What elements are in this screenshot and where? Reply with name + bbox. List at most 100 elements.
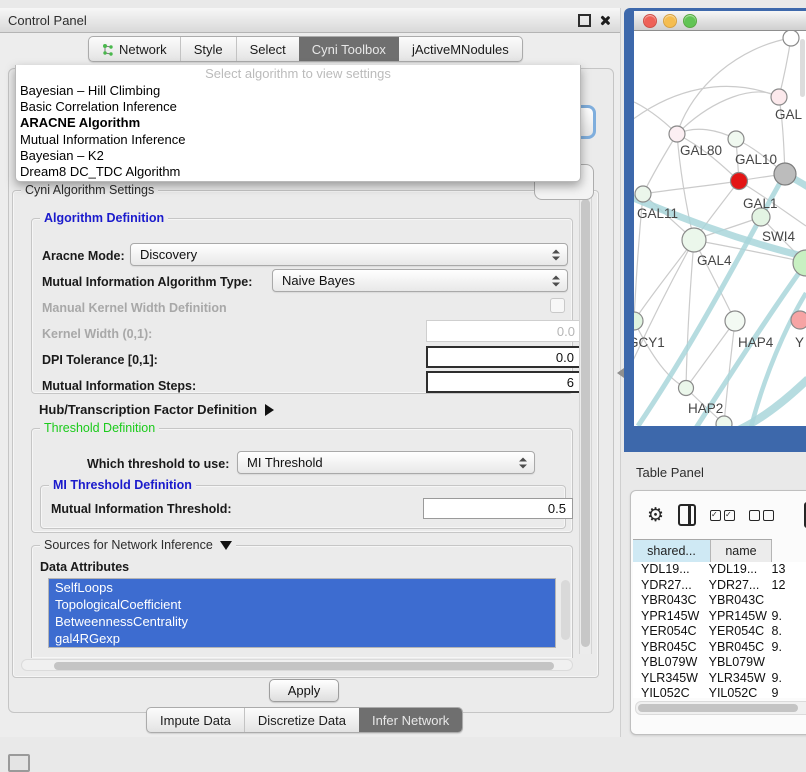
table-column-header[interactable] xyxy=(771,540,772,562)
which-threshold-select[interactable]: MI Threshold xyxy=(237,451,535,474)
table-cell-shared-name: YER054C xyxy=(633,624,703,640)
algorithm-list-item[interactable]: Basic Correlation Inference xyxy=(16,99,580,115)
table-horizontal-scrollbar[interactable] xyxy=(635,701,806,715)
traffic-light-close-icon[interactable] xyxy=(643,14,657,28)
apply-button[interactable]: Apply xyxy=(269,679,339,702)
network-node-gal4[interactable] xyxy=(682,228,706,252)
bottom-tab[interactable]: Infer Network xyxy=(359,708,462,732)
close-panel-icon[interactable] xyxy=(599,15,610,26)
table-cell-name: YBR045C xyxy=(703,640,769,656)
table-row[interactable]: YLR345W YLR345W 9. xyxy=(633,671,806,687)
table-row[interactable]: YBR043C YBR043C xyxy=(633,593,806,609)
table-row[interactable]: YDR27... YDR27... 12 xyxy=(633,578,806,594)
network-edge[interactable] xyxy=(677,92,779,134)
mi-threshold-group: MI Threshold Definition Mutual Informati… xyxy=(40,485,566,529)
hub-definition-section[interactable]: Hub/Transcription Factor Definition xyxy=(39,402,274,417)
network-node-node-top[interactable] xyxy=(783,31,799,46)
mi-steps-input[interactable]: 6 xyxy=(426,371,582,393)
mi-steps-label: Mutual Information Steps: xyxy=(42,379,196,393)
network-node-gal1[interactable] xyxy=(731,173,748,190)
network-edge[interactable] xyxy=(643,134,677,194)
attribute-list-scrollbar[interactable] xyxy=(561,580,570,640)
network-node-hap2[interactable] xyxy=(679,381,694,396)
network-edge[interactable] xyxy=(726,379,806,426)
control-panel-tab[interactable]: Select xyxy=(236,37,299,61)
settings-horizontal-scrollbar[interactable] xyxy=(21,659,573,671)
table-cell-shared-name: YIL052C xyxy=(633,686,703,698)
table-toolbar: ⚙ xyxy=(631,491,806,539)
panel-splitter-collapse-icon[interactable] xyxy=(617,368,624,378)
gear-icon[interactable]: ⚙ xyxy=(647,506,664,525)
network-node-gal10[interactable] xyxy=(728,131,744,147)
control-panel-tab[interactable]: Style xyxy=(180,37,236,61)
hub-definition-label: Hub/Transcription Factor Definition xyxy=(39,402,257,417)
attribute-list-item[interactable]: SelfLoops xyxy=(49,579,555,596)
settings-vertical-scrollbar[interactable] xyxy=(579,196,592,654)
algorithm-list-item[interactable]: Bayesian – K2 xyxy=(16,148,580,164)
table-cell-shared-name: YDL19... xyxy=(633,562,703,578)
algorithm-list-item[interactable]: Mutual Information Inference xyxy=(16,132,580,148)
network-scrollbar-fragment[interactable] xyxy=(800,39,805,97)
table-panel-window: ⚙ shared... name YDL19... YDL19... 13 xyxy=(630,490,806,735)
algorithm-list-item[interactable]: Dream8 DC_TDC Algorithm xyxy=(16,164,580,180)
dpi-tolerance-label: DPI Tolerance [0,1]: xyxy=(42,353,158,367)
network-node-gray-node[interactable] xyxy=(774,163,796,185)
select-all-columns-icon[interactable] xyxy=(710,510,735,521)
algorithm-list-item[interactable]: Bayesian – Hill Climbing xyxy=(16,83,580,99)
network-node-label: HAP2 xyxy=(688,401,723,416)
network-node-hap4[interactable] xyxy=(725,311,745,331)
minimized-panel-icon[interactable] xyxy=(8,754,30,772)
algorithm-list-item[interactable]: ARACNE Algorithm xyxy=(16,115,580,131)
collapse-arrow-icon[interactable] xyxy=(220,541,232,550)
manual-kernel-checkbox[interactable] xyxy=(550,298,565,313)
table-row[interactable]: YBL079W YBL079W xyxy=(633,655,806,671)
table-row[interactable]: YIL052C YIL052C 9 xyxy=(633,686,806,698)
deselect-all-columns-icon[interactable] xyxy=(749,510,774,521)
float-panel-icon[interactable] xyxy=(578,14,591,27)
table-row[interactable]: YPR145W YPR145W 9. xyxy=(633,609,806,625)
attribute-list-item[interactable]: BetweennessCentrality xyxy=(49,613,555,630)
control-panel-tab[interactable]: Cyni Toolbox xyxy=(299,37,399,61)
mi-algorithm-type-select[interactable]: Naive Bayes xyxy=(272,269,568,292)
table-column-header[interactable]: name xyxy=(711,540,771,562)
network-edge[interactable] xyxy=(779,38,791,97)
attribute-list-item[interactable]: gal4RGexp xyxy=(49,630,555,647)
traffic-light-minimize-icon[interactable] xyxy=(663,14,677,28)
control-panel-titlebar[interactable]: Control Panel xyxy=(0,8,620,33)
split-columns-icon[interactable] xyxy=(678,504,695,526)
traffic-light-zoom-icon[interactable] xyxy=(683,14,697,28)
control-panel-tab[interactable]: jActiveMNodules xyxy=(399,37,522,61)
bottom-tab[interactable]: Discretize Data xyxy=(244,708,359,732)
table-column-header[interactable]: shared... xyxy=(633,540,711,562)
dpi-tolerance-input[interactable]: 0.0 xyxy=(426,346,582,368)
table-row[interactable]: YDL19... YDL19... 13 xyxy=(633,562,806,578)
network-canvas[interactable]: GALGAL80GAL10GAL1GAL11SWI4GAL4GCY1HAP4YH… xyxy=(634,31,806,426)
kernel-width-input[interactable]: 0.0 xyxy=(426,320,582,342)
sources-group-title-row[interactable]: Sources for Network Inference xyxy=(40,538,236,552)
bottom-tab[interactable]: Impute Data xyxy=(147,708,244,732)
network-edge[interactable] xyxy=(643,181,739,194)
network-edge[interactable] xyxy=(634,195,806,257)
table-cell-value: 9. xyxy=(769,609,806,625)
network-node-gal80[interactable] xyxy=(669,126,685,142)
attribute-list-item[interactable]: TopologicalCoefficient xyxy=(49,596,555,613)
network-node-label: HAP4 xyxy=(738,335,774,350)
network-edge[interactable] xyxy=(677,129,736,139)
control-panel-tab[interactable]: Network xyxy=(89,37,180,61)
network-node-gal11[interactable] xyxy=(635,186,651,202)
mi-threshold-input[interactable]: 0.5 xyxy=(423,498,573,519)
table-row[interactable]: YBR045C YBR045C 9. xyxy=(633,640,806,656)
network-edge[interactable] xyxy=(634,240,694,321)
aracne-mode-select[interactable]: Discovery xyxy=(130,243,568,266)
control-panel-window: Control Panel Network Style Select xyxy=(0,8,621,737)
network-node-gcy1[interactable] xyxy=(634,312,643,330)
table-row[interactable]: YER054C YER054C 8. xyxy=(633,624,806,640)
network-window-titlebar[interactable] xyxy=(634,11,806,31)
network-edge[interactable] xyxy=(686,240,694,388)
network-node-label: GAL11 xyxy=(637,206,678,221)
expand-arrow-icon[interactable] xyxy=(265,404,274,416)
network-node-node-bottom[interactable] xyxy=(716,416,732,426)
network-node-gal-pink[interactable] xyxy=(771,89,787,105)
network-node-salmon-node[interactable] xyxy=(791,311,806,329)
network-edge[interactable] xyxy=(634,321,686,388)
